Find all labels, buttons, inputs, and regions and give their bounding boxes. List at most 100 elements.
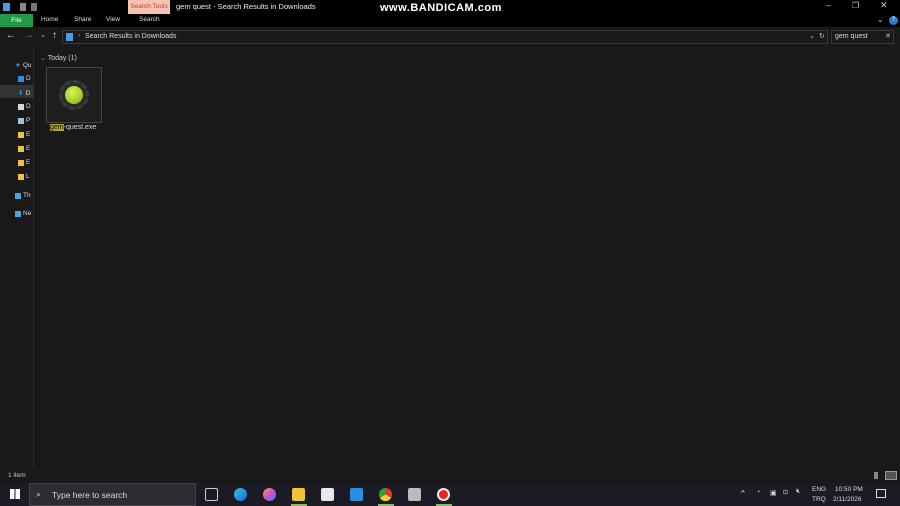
forward-button[interactable]: → — [24, 30, 34, 41]
search-placeholder: Type here to search — [52, 490, 128, 500]
sidebar-item-network[interactable]: Ne — [15, 210, 31, 217]
watermark: www.BANDICAM.com — [380, 2, 502, 14]
sidebar-item-label: Qu — [22, 61, 32, 69]
keyboard-layout[interactable]: TRQ — [812, 496, 826, 503]
network-icon — [15, 210, 21, 217]
restore-button[interactable]: ❐ — [852, 1, 859, 10]
breadcrumb-separator: › — [78, 32, 81, 39]
tab-file[interactable]: File — [0, 14, 33, 27]
address-input[interactable]: › Search Results in Downloads ⌄ ↻ — [62, 30, 828, 44]
app-icon[interactable] — [408, 488, 421, 501]
refresh-icon[interactable]: ↻ — [819, 32, 825, 40]
sidebar-item-label: D — [26, 103, 31, 110]
network-icon[interactable]: ◔ — [756, 489, 760, 496]
start-button[interactable] — [10, 489, 20, 499]
address-dropdown-icon[interactable]: ⌄ — [809, 32, 815, 40]
language-indicator[interactable]: ENG — [812, 486, 826, 493]
sidebar-item-documents[interactable]: D — [18, 103, 31, 110]
sidebar-item-this-pc[interactable]: Th — [15, 192, 31, 199]
file-name[interactable]: gem-quest.exe — [50, 124, 96, 131]
large-icons-view-button[interactable] — [885, 471, 897, 480]
sidebar-item-pictures[interactable]: P — [18, 117, 30, 124]
mail-icon[interactable] — [350, 488, 363, 501]
sidebar-item-label: Th — [23, 192, 31, 199]
navigation-pane: ★ Qu D ⬇ D D P E E E L Th Ne — [0, 47, 34, 468]
sidebar-item-label: D — [25, 89, 31, 97]
folder-icon — [18, 173, 24, 180]
file-item[interactable] — [46, 67, 102, 123]
sidebar-item-label: Ne — [23, 210, 32, 217]
sidebar-item-label: D — [26, 75, 31, 82]
chevron-down-icon[interactable]: ⌄ — [877, 15, 884, 24]
search-results-icon — [66, 33, 73, 41]
notifications-icon[interactable] — [876, 489, 886, 498]
help-icon[interactable]: ? — [889, 16, 898, 25]
sidebar-item-downloads[interactable]: ⬇ D — [18, 89, 31, 98]
search-input[interactable]: gem quest ✕ — [831, 30, 894, 44]
edge-icon[interactable] — [234, 488, 247, 501]
taskbar-search-input[interactable]: ⌕ Type here to search — [29, 483, 196, 506]
star-icon: ★ — [15, 62, 21, 69]
sidebar-item-folder[interactable]: L — [18, 173, 30, 180]
clock-date[interactable]: 2/11/2026 — [833, 496, 861, 503]
file-name-rest: -quest.exe — [63, 124, 97, 131]
display-icon[interactable]: ⊡ — [783, 489, 788, 496]
store-icon[interactable] — [321, 488, 334, 501]
search-icon: ⌕ — [36, 489, 42, 499]
address-bar-row: ← → ⌄ ↑ › Search Results in Downloads ⌄ … — [0, 27, 900, 47]
sidebar-item-quick-access[interactable]: ★ Qu — [15, 61, 32, 70]
explorer-icon — [3, 3, 10, 11]
chrome-icon[interactable] — [379, 488, 392, 501]
close-button[interactable]: ✕ — [880, 0, 888, 11]
ribbon: File Home Share View Search ⌄ ? — [0, 14, 900, 27]
folder-icon — [18, 159, 24, 166]
computer-icon — [15, 192, 21, 199]
window-title: gem quest - Search Results in Downloads — [176, 2, 316, 11]
tab-home[interactable]: Home — [41, 16, 58, 23]
new-folder-icon[interactable] — [31, 3, 37, 11]
sidebar-item-label: E — [26, 159, 31, 166]
download-icon: ⬇ — [18, 90, 24, 97]
sidebar-item-label: L — [26, 173, 30, 180]
recent-locations-button[interactable]: ⌄ — [40, 31, 46, 39]
sidebar-item-desktop[interactable]: D — [18, 75, 31, 82]
show-hidden-icons[interactable]: ^ — [741, 489, 745, 498]
item-count: 1 item — [8, 472, 26, 479]
clock-time[interactable]: 10:50 PM — [835, 486, 863, 493]
gem-icon — [65, 86, 83, 104]
search-highlight: gem — [50, 124, 64, 131]
bandicam-icon[interactable] — [437, 488, 450, 501]
breadcrumb[interactable]: Search Results in Downloads — [85, 33, 176, 40]
file-explorer-icon[interactable] — [292, 488, 305, 501]
details-view-button[interactable] — [874, 472, 878, 479]
tab-search[interactable]: Search — [139, 16, 160, 23]
title-bar: Search Tools gem quest - Search Results … — [0, 0, 900, 14]
sidebar-item-folder[interactable]: E — [18, 131, 30, 138]
folder-icon — [18, 145, 24, 152]
status-bar: 1 item — [0, 468, 900, 483]
search-value[interactable]: gem quest — [835, 33, 868, 40]
properties-icon[interactable] — [20, 3, 26, 11]
desktop-icon — [18, 75, 24, 82]
sidebar-item-label: E — [26, 131, 31, 138]
back-button[interactable]: ← — [6, 30, 16, 41]
meet-icon[interactable]: ▣ — [770, 489, 777, 497]
sidebar-item-label: E — [26, 145, 31, 152]
up-button[interactable]: ↑ — [52, 30, 57, 41]
task-view-icon[interactable] — [205, 488, 218, 501]
search-tools-tab[interactable]: Search Tools — [128, 0, 170, 14]
sidebar-item-folder[interactable]: E — [18, 145, 30, 152]
folder-icon — [18, 131, 24, 138]
volume-muted-icon[interactable]: 🔇︎ — [796, 488, 800, 496]
tab-share[interactable]: Share — [74, 16, 91, 23]
group-header[interactable]: ⌄ Today (1) — [40, 54, 77, 62]
copilot-icon[interactable] — [263, 488, 276, 501]
group-label: Today (1) — [47, 55, 77, 62]
sidebar-item-label: P — [26, 117, 31, 124]
pictures-icon — [18, 117, 24, 124]
document-icon — [18, 103, 24, 110]
clear-search-icon[interactable]: ✕ — [885, 32, 891, 40]
sidebar-item-folder[interactable]: E — [18, 159, 30, 166]
minimize-button[interactable]: – — [826, 0, 831, 10]
tab-view[interactable]: View — [106, 16, 120, 23]
